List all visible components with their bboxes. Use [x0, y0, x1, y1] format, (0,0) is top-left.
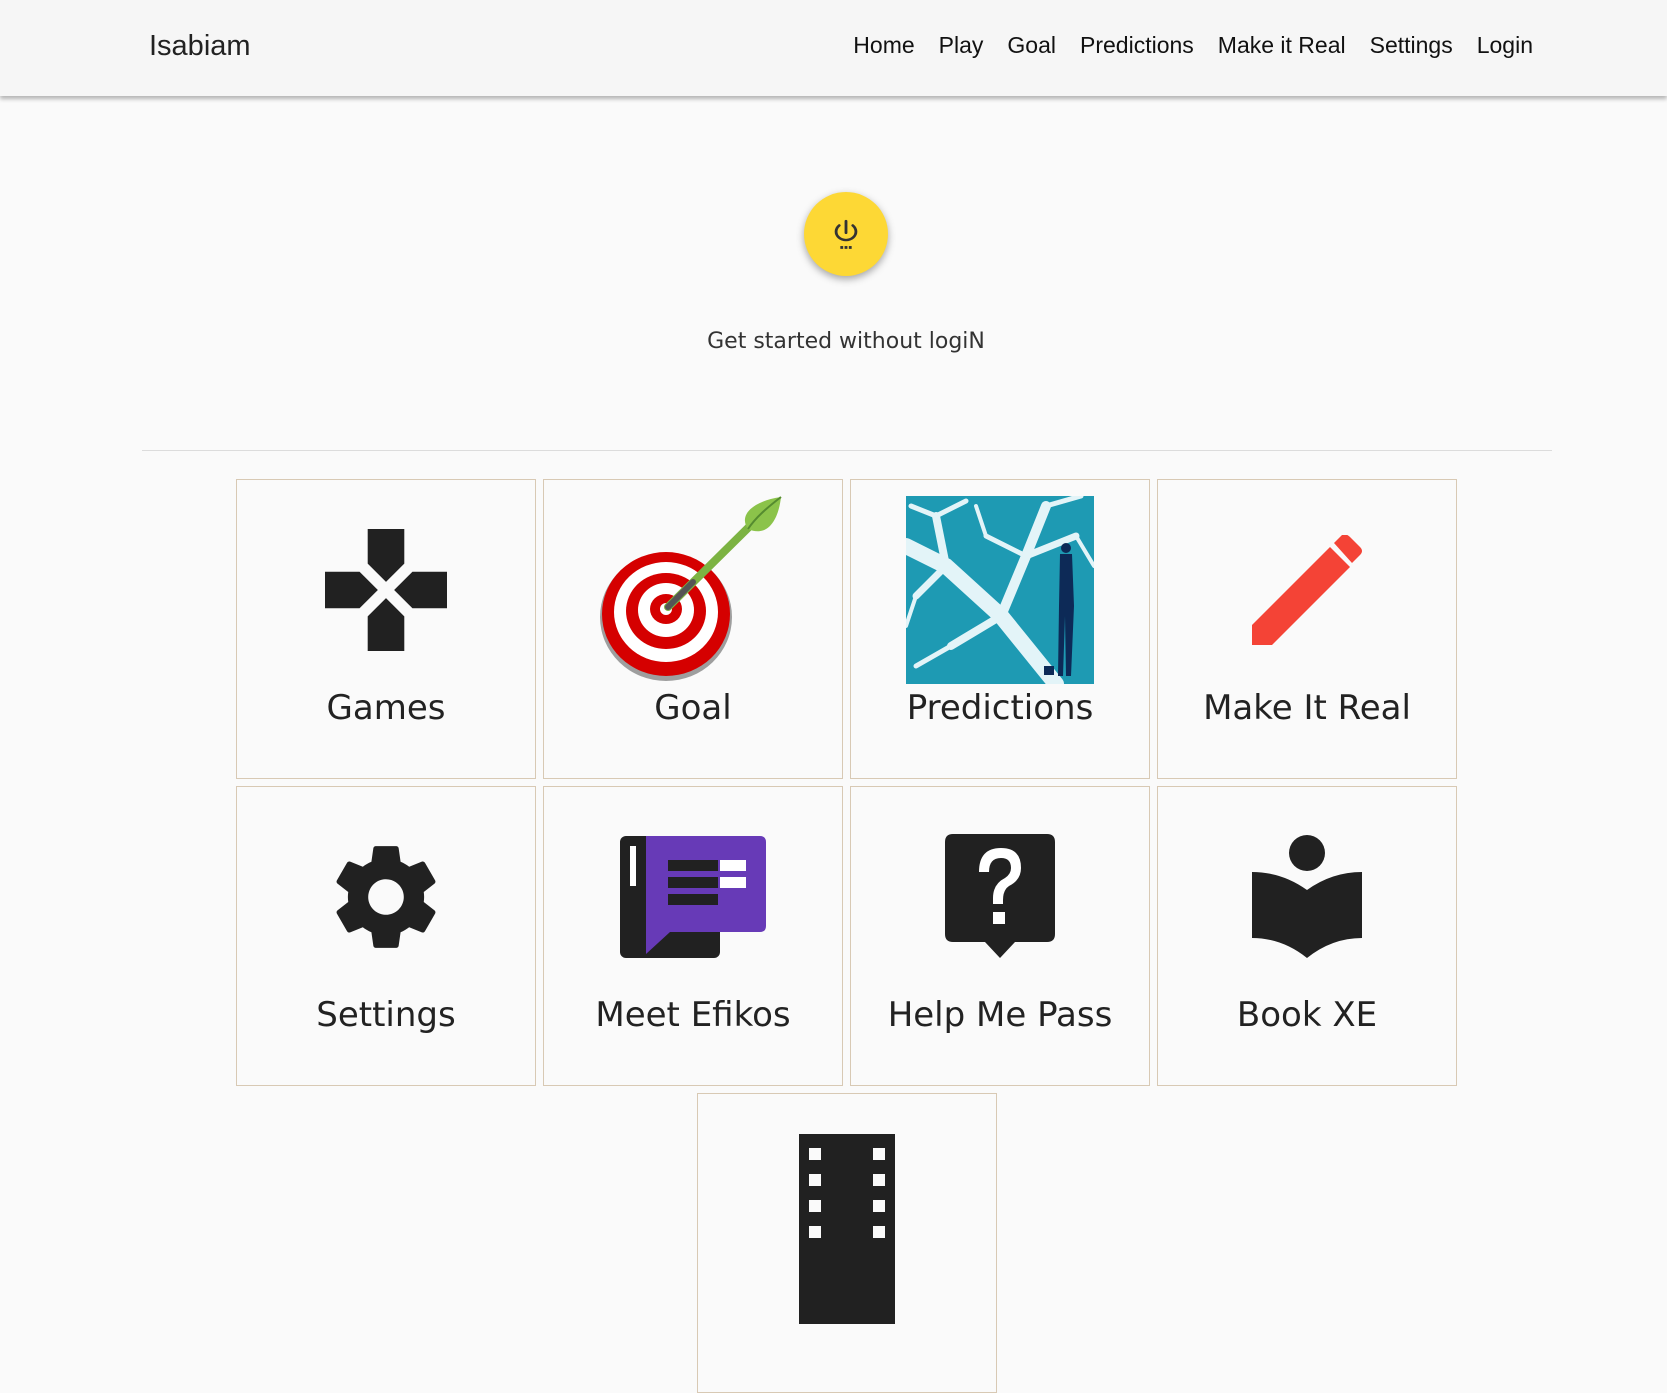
tile-label: Games [326, 688, 446, 728]
tile-games[interactable]: Games [236, 479, 536, 779]
nav-link-settings[interactable]: Settings [1370, 32, 1453, 59]
nav-links: Home Play Goal Predictions Make it Real … [853, 32, 1533, 59]
nav-link-login[interactable]: Login [1477, 32, 1533, 59]
tile-label: Meet Efikos [595, 995, 791, 1035]
dart-target-icon [600, 496, 782, 681]
tile-make-it-real[interactable]: Make It Real [1157, 479, 1457, 779]
reading-book-icon [1252, 835, 1362, 958]
tile-label: Predictions [906, 688, 1094, 728]
brand-logo-link[interactable]: Isabiam [149, 30, 251, 63]
chat-book-icon [620, 836, 766, 958]
tile-label: Help Me Pass [887, 995, 1113, 1035]
film-strip-icon [799, 1134, 895, 1324]
tile-label: Book XE [1236, 995, 1378, 1035]
tile-goal[interactable]: Goal [543, 479, 843, 779]
gamepad-icon [325, 529, 447, 651]
power-icon [834, 219, 858, 249]
gear-icon [336, 846, 436, 948]
tile-predictions[interactable]: Predictions [850, 479, 1150, 779]
tile-label: Make It Real [1203, 688, 1411, 728]
pencil-icon [1252, 535, 1362, 645]
nav-link-play[interactable]: Play [939, 32, 984, 59]
tile-label: Goal [654, 688, 732, 728]
nav-link-make-it-real[interactable]: Make it Real [1218, 32, 1346, 59]
tile-help-me-pass[interactable]: Help Me Pass [850, 786, 1150, 1086]
tile-settings[interactable]: Settings [236, 786, 536, 1086]
help-question-icon [945, 834, 1055, 958]
get-started-power-button[interactable] [804, 192, 888, 276]
tile-label: Settings [316, 995, 456, 1035]
nav-link-predictions[interactable]: Predictions [1080, 32, 1194, 59]
tile-book-xe[interactable]: Book XE [1157, 786, 1457, 1086]
tile-film[interactable] [697, 1093, 997, 1393]
section-divider [142, 450, 1552, 451]
get-started-text: Get started without logiN [707, 329, 985, 354]
top-navbar: Isabiam Home Play Goal Predictions Make … [0, 0, 1667, 96]
nav-link-goal[interactable]: Goal [1007, 32, 1056, 59]
tile-meet-efikos[interactable]: Meet Efikos [543, 786, 843, 1086]
nav-link-home[interactable]: Home [853, 32, 914, 59]
branching-paths-image [906, 496, 1094, 684]
